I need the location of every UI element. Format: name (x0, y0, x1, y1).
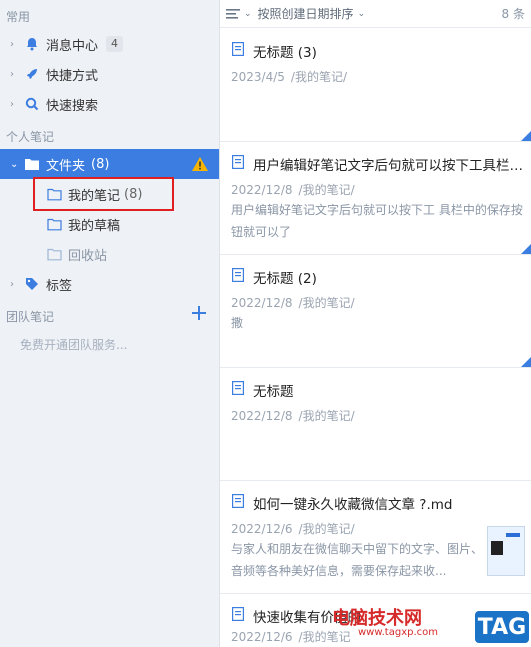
sidebar-item-label: 快速搜索 (46, 98, 99, 114)
note-date: 2023/4/5 (231, 70, 285, 84)
sidebar-item-shortcuts[interactable]: › 快捷方式 (0, 59, 219, 89)
chevron-right-icon[interactable]: › (10, 99, 20, 110)
folder-outline-icon (46, 246, 62, 262)
watermark-logo: TAG (475, 611, 529, 643)
highlight-annotation (33, 177, 174, 211)
chevron-right-icon[interactable]: › (10, 69, 20, 80)
note-title: 如何一键永久收藏微信文章 ?.md (253, 497, 453, 513)
note-card[interactable]: 用户编辑好笔记文字后句就可以按下工具栏中的保存按钮就可以了 2022/12/8/… (220, 143, 531, 255)
sidebar-item-label: 标签 (46, 278, 73, 294)
document-icon (232, 381, 245, 396)
notes-app: 常用 › 消息中心 4 › 快捷方式 › 快速搜索 个人笔记 ⌄ 文件夹 (8)… (0, 0, 531, 647)
note-meta: 2022/12/8/我的笔记/ (231, 407, 355, 424)
sidebar-item-drafts[interactable]: 我的草稿 (0, 209, 219, 239)
sort-dropdown[interactable]: 按照创建日期排序 (258, 5, 354, 22)
sort-icon[interactable] (226, 7, 242, 21)
note-snippet: 撒 (231, 316, 244, 330)
tag-icon (24, 276, 40, 292)
note-path: /我的笔记/ (298, 522, 355, 536)
sidebar-item-label: 我的草稿 (68, 218, 121, 234)
note-date: 2022/12/8 (231, 409, 293, 423)
note-meta: 2022/12/8/我的笔记/ (231, 181, 355, 198)
note-meta: 2022/12/8/我的笔记/ (231, 294, 355, 311)
sidebar-item-folder[interactable]: ⌄ 文件夹 (8) (0, 149, 219, 179)
note-card[interactable]: 如何一键永久收藏微信文章 ?.md 2022/12/6/我的笔记/ 与家人和朋友… (220, 482, 531, 594)
note-path: /我的笔记/ (298, 296, 355, 310)
folder-icon (24, 156, 40, 172)
search-icon (24, 96, 40, 112)
corner-marker (521, 357, 531, 367)
note-count: 8 条 (501, 7, 525, 21)
sidebar-item-label: 消息中心 (46, 38, 99, 54)
sidebar-item-tags[interactable]: › 标签 (0, 269, 219, 299)
sidebar-item-messages[interactable]: › 消息中心 4 (0, 29, 219, 59)
sidebar-item-quick-search[interactable]: › 快速搜索 (0, 89, 219, 119)
note-path: /我的笔记/ (298, 409, 355, 423)
note-path: /我的笔记/ (290, 70, 347, 84)
note-date: 2022/12/6 (231, 630, 293, 644)
note-card[interactable]: 无标题 (2) 2022/12/8/我的笔记/ 撒 (220, 256, 531, 368)
note-title: 无标题 (3) (253, 45, 317, 61)
document-icon (232, 155, 245, 170)
message-count-badge: 4 (106, 36, 124, 52)
corner-marker (521, 244, 531, 254)
note-meta: 2022/12/6/我的笔记/ (231, 520, 355, 537)
note-meta: 2022/12/6/我的笔记 (231, 628, 351, 645)
sidebar: 常用 › 消息中心 4 › 快捷方式 › 快速搜索 个人笔记 ⌄ 文件夹 (8)… (0, 0, 220, 647)
folder-count: (8) (91, 156, 110, 172)
note-thumbnail (487, 526, 525, 576)
folder-outline-icon (46, 216, 62, 232)
document-icon (232, 42, 245, 57)
note-path: /我的笔记/ (298, 183, 355, 197)
document-icon (232, 607, 245, 622)
note-title: 无标题 (2) (253, 271, 317, 287)
bell-icon (24, 36, 40, 52)
section-common-title: 常用 (6, 10, 31, 24)
note-date: 2022/12/8 (231, 296, 293, 310)
document-icon (232, 494, 245, 509)
note-date: 2022/12/6 (231, 522, 293, 536)
chevron-down-icon[interactable]: ⌄ (244, 9, 252, 19)
note-card[interactable]: 无标题 2022/12/8/我的笔记/ (220, 369, 531, 481)
team-upsell-link[interactable]: 免费开通团队服务... (20, 336, 127, 353)
section-team-title: 团队笔记 (6, 310, 55, 324)
note-meta: 2023/4/5/我的笔记/ (231, 68, 347, 85)
sidebar-item-recycle-bin[interactable]: 回收站 (0, 239, 219, 269)
note-date: 2022/12/8 (231, 183, 293, 197)
note-title: 无标题 (253, 384, 294, 400)
note-list-panel: ⌄ 按照创建日期排序 ⌄ 8 条 无标题 (3) 2023/4/5/我的笔记/ … (220, 0, 531, 647)
note-card[interactable]: 无标题 (3) 2023/4/5/我的笔记/ (220, 30, 531, 142)
note-title: 用户编辑好笔记文字后句就可以按下工具栏中的保存按钮就可以了 (253, 158, 523, 174)
rocket-icon (24, 66, 40, 82)
note-snippet: 用户编辑好笔记文字后句就可以按下工 具栏中的保存按钮就可以了 (231, 203, 523, 239)
list-toolbar: ⌄ 按照创建日期排序 ⌄ 8 条 (220, 0, 531, 28)
watermark-url: www.tagxp.com (358, 627, 438, 638)
sidebar-item-label: 回收站 (68, 248, 108, 264)
chevron-down-icon[interactable]: ⌄ (10, 159, 20, 170)
document-icon (232, 268, 245, 283)
chevron-right-icon[interactable]: › (10, 39, 20, 50)
note-snippet: 与家人和朋友在微信聊天中留下的文字、图片、音频等各种美好信息，需要保存起来收..… (231, 542, 484, 578)
corner-marker (521, 131, 531, 141)
add-team-button[interactable] (191, 305, 207, 321)
note-path: /我的笔记 (298, 630, 351, 644)
warning-icon[interactable] (191, 156, 209, 172)
chevron-right-icon[interactable]: › (10, 279, 20, 290)
section-personal-title: 个人笔记 (6, 130, 55, 144)
sidebar-item-label: 快捷方式 (46, 68, 99, 84)
chevron-down-icon[interactable]: ⌄ (358, 9, 366, 19)
sidebar-item-label: 文件夹 (46, 158, 86, 174)
